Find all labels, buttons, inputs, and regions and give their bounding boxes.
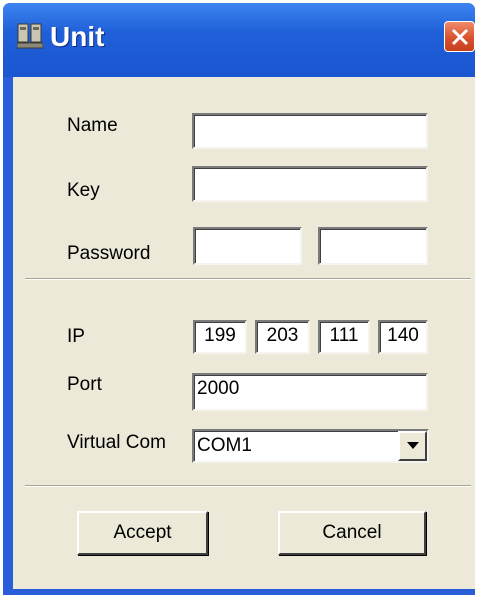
virtual-com-dropdown-button[interactable] bbox=[398, 431, 427, 461]
chevron-down-icon bbox=[407, 442, 419, 449]
close-icon bbox=[451, 28, 469, 46]
ip-octet-3[interactable]: 111 bbox=[318, 320, 370, 354]
ip-octet-1[interactable]: 199 bbox=[193, 320, 247, 354]
ip-octet-2[interactable]: 203 bbox=[255, 320, 310, 354]
port-input[interactable]: 2000 bbox=[192, 373, 428, 411]
key-input[interactable] bbox=[192, 166, 428, 202]
key-label: Key bbox=[67, 180, 100, 201]
separator bbox=[25, 278, 471, 280]
accept-button[interactable]: Accept bbox=[77, 511, 208, 555]
network-icon bbox=[16, 20, 44, 50]
port-label: Port bbox=[67, 374, 102, 395]
ip-octet-4[interactable]: 140 bbox=[378, 320, 428, 354]
dialog-window: Unit Name Key Password IP 199 203 111 14… bbox=[3, 3, 475, 595]
virtual-com-select[interactable]: COM1 bbox=[192, 429, 429, 463]
group-divider bbox=[25, 485, 471, 487]
window-title: Unit bbox=[50, 21, 105, 52]
name-label: Name bbox=[67, 115, 118, 136]
cancel-button[interactable]: Cancel bbox=[278, 511, 426, 555]
password-input-1[interactable] bbox=[193, 227, 302, 265]
password-input-2[interactable] bbox=[318, 227, 428, 265]
dialog-client-area: Name Key Password IP 199 203 111 140 Por… bbox=[13, 77, 475, 589]
password-label: Password bbox=[67, 243, 151, 264]
name-input[interactable] bbox=[192, 113, 428, 149]
close-button[interactable] bbox=[444, 21, 475, 52]
title-bar[interactable]: Unit bbox=[3, 3, 475, 77]
ip-label: IP bbox=[67, 326, 85, 347]
virtual-com-label: Virtual Com bbox=[67, 432, 166, 453]
